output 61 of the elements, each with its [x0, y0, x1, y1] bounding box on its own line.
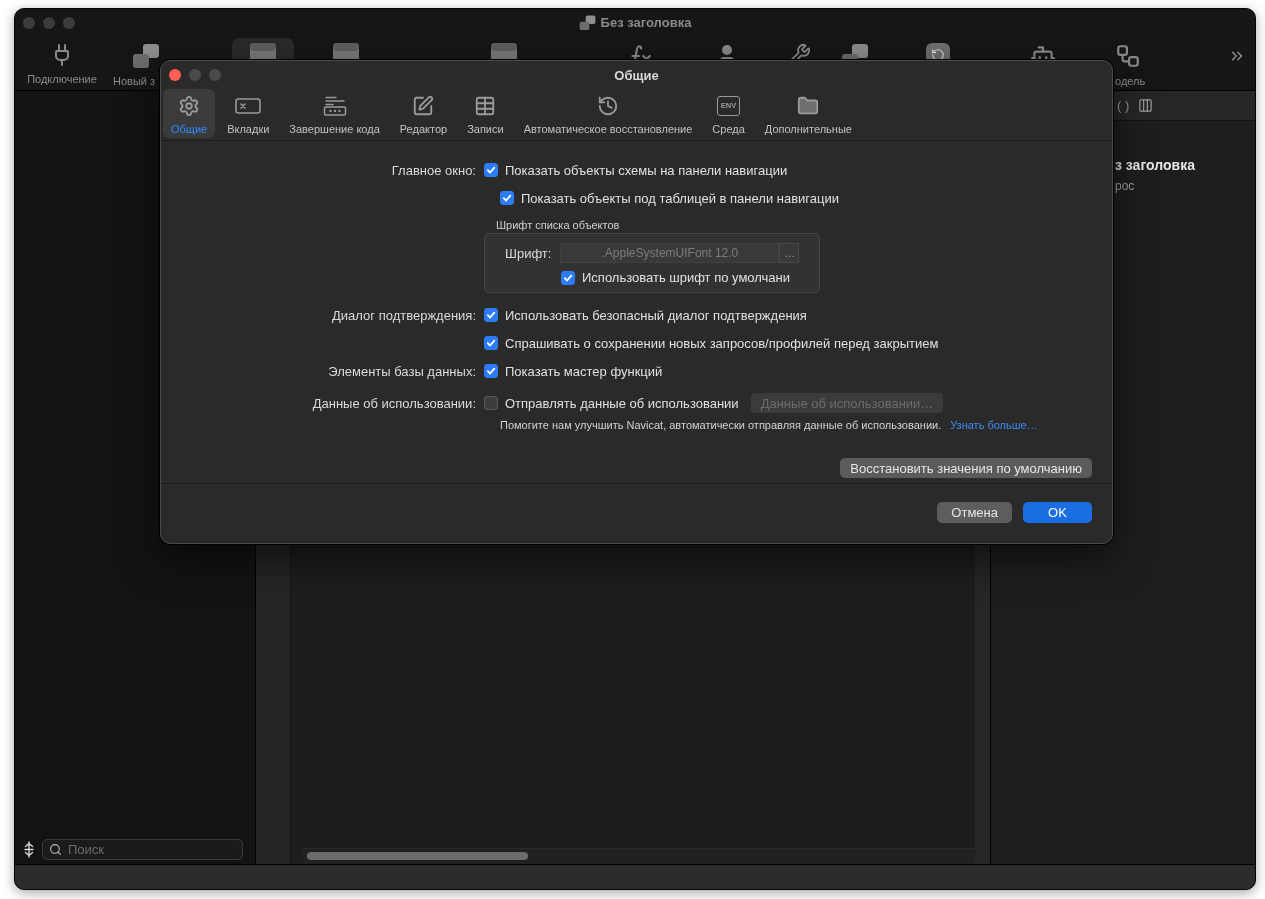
- tab[interactable]: Вкладки: [219, 89, 278, 138]
- cancel-button[interactable]: Отмена: [937, 502, 1012, 523]
- close-button[interactable]: [169, 69, 181, 81]
- checkbox[interactable]: [561, 270, 575, 285]
- checkbox[interactable]: [484, 396, 498, 410]
- checkbox[interactable]: [484, 336, 498, 350]
- setting-label: Данные об использовании:: [312, 395, 476, 411]
- setting-label: Главное окно:: [391, 162, 476, 178]
- restore-defaults-button[interactable]: Восстановить значения по умолчанию: [840, 458, 1092, 478]
- learn-more-link[interactable]: Узнать больше…: [950, 419, 1038, 431]
- help-text: Помогите нам улучшить Navicat, автоматически отправляя данные об использовании. Узнать больше…: [500, 419, 1038, 431]
- history-icon: [597, 95, 619, 117]
- scrollbar-thumb[interactable]: [307, 852, 528, 860]
- checkbox[interactable]: [500, 191, 514, 205]
- checkbox-label: Отправлять данные об использовании: [505, 395, 739, 411]
- checkbox[interactable]: [484, 163, 498, 177]
- setting-label: Диалог подтверждения:: [332, 307, 476, 323]
- checkbox-label: Показать объекты под таблицей в панели навигации: [521, 190, 839, 206]
- brackets-button[interactable]: ( ): [1117, 98, 1130, 113]
- dialog-title: Общие: [614, 67, 659, 83]
- settings-icon: [178, 95, 201, 117]
- table-icon: [474, 95, 497, 117]
- checkbox[interactable]: [484, 364, 498, 378]
- wrench-icon: [789, 43, 811, 61]
- horizontal-scrollbar[interactable]: [303, 848, 975, 864]
- dotted-field-icon: [322, 96, 347, 116]
- tab[interactable]: Завершение кода: [281, 89, 388, 138]
- search-field[interactable]: Поиск: [42, 839, 243, 860]
- search-icon: [49, 843, 62, 856]
- stacked-tables-icon: [578, 14, 596, 31]
- toolbar-button[interactable]: Подключение: [20, 38, 104, 89]
- checkbox-label: Спрашивать о сохранении новых запросов/профилей перед закрытием: [505, 335, 939, 351]
- edit-icon: [412, 95, 435, 117]
- setting-label: Элементы базы данных:: [328, 363, 476, 379]
- toolbar-button[interactable]: [232, 38, 294, 61]
- tab[interactable]: Общие: [163, 89, 216, 138]
- panel-title: з заголовка: [1115, 157, 1196, 173]
- checkbox-label: Показать мастер функций: [505, 363, 663, 379]
- field-label: Шрифт:: [505, 245, 552, 261]
- columns-icon[interactable]: [1138, 98, 1154, 113]
- tab-close-icon: [235, 98, 262, 114]
- checkbox-label: Использовать шрифт по умолчани: [582, 270, 791, 285]
- tab[interactable]: Автоматическое восстановление: [515, 89, 701, 138]
- tab[interactable]: Дополнительные: [756, 89, 860, 138]
- up-down-arrows-icon[interactable]: [24, 841, 34, 858]
- window-title: Без заголовка: [600, 15, 692, 30]
- folder-icon: [797, 95, 820, 117]
- panel-subtitle: рос: [1115, 179, 1136, 193]
- checkbox[interactable]: [484, 308, 498, 322]
- toolbar-button[interactable]: Новый з: [113, 38, 160, 89]
- stacked-tables-icon: [132, 43, 160, 69]
- diagram-icon: [1115, 43, 1141, 69]
- tab[interactable]: Записи: [459, 89, 512, 138]
- group-title: Шрифт списка объектов: [496, 219, 620, 231]
- toolbar-button[interactable]: одель: [1115, 38, 1155, 89]
- ok-button[interactable]: OK: [1023, 502, 1092, 523]
- tab[interactable]: Редактор: [391, 89, 456, 138]
- checkbox-label: Показать объекты схемы на панели навигации: [505, 162, 788, 178]
- robot-icon: [1030, 43, 1056, 61]
- browse-button[interactable]: …: [779, 243, 800, 263]
- checkbox-label: Использовать безопасный диалог подтверждения: [505, 307, 807, 323]
